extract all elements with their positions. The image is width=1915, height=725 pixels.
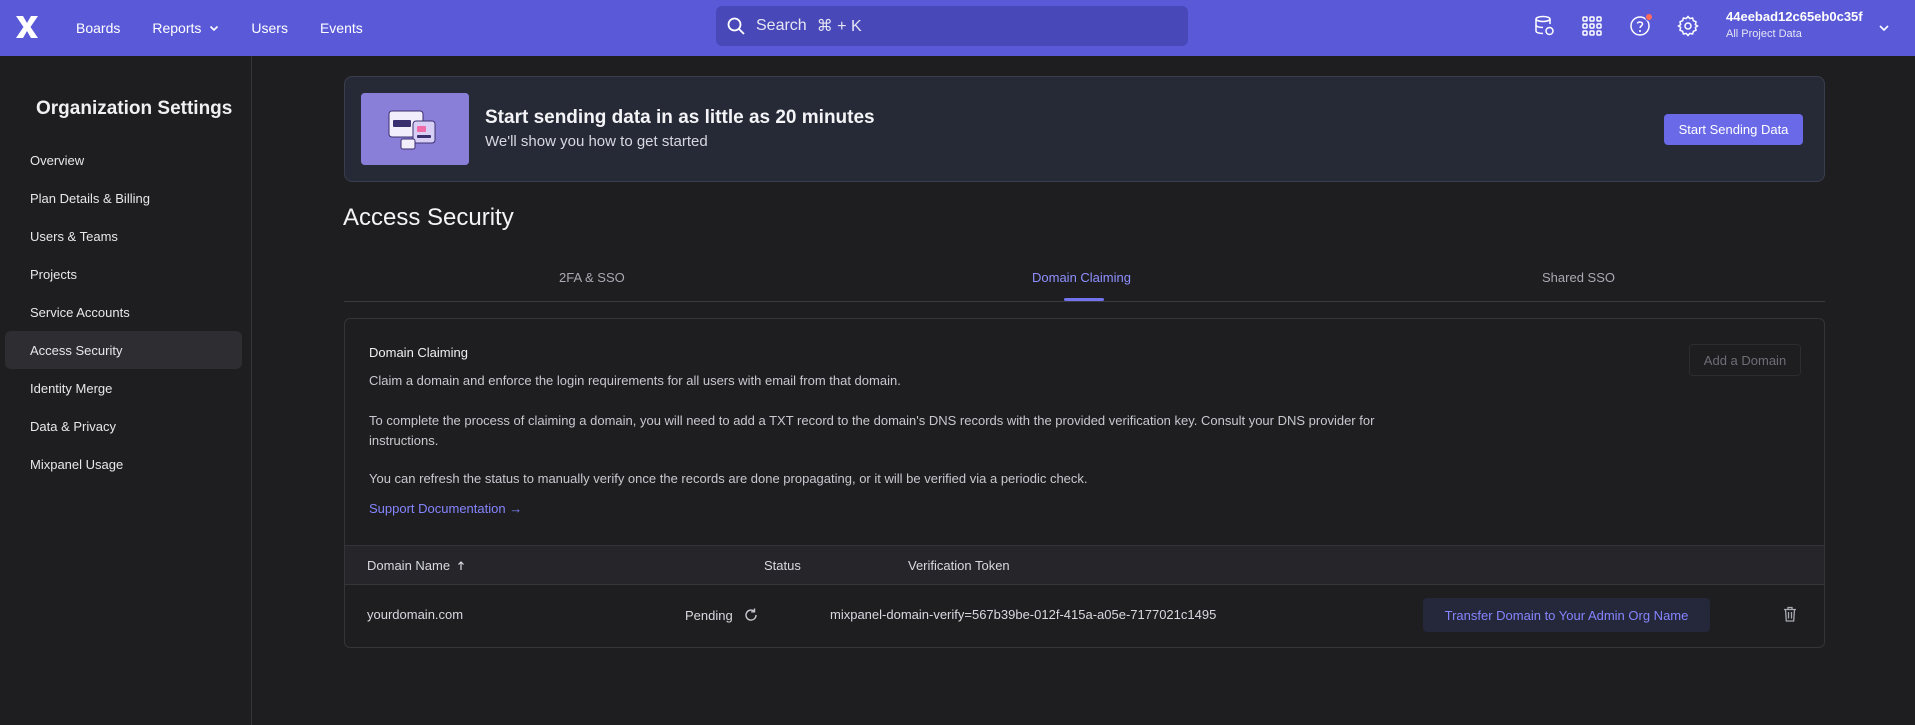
banner-illustration: [361, 93, 469, 165]
description-paragraph-3: You can refresh the status to manually v…: [369, 471, 1088, 486]
access-security-tabs: 2FA & SSO Domain Claiming Shared SSO: [344, 258, 1825, 302]
trash-icon[interactable]: [1781, 605, 1799, 623]
banner-subtitle: We'll show you how to get started: [485, 133, 708, 150]
sidebar-title: Organization Settings: [36, 98, 233, 119]
top-icon-group: [1532, 13, 1700, 38]
transfer-domain-button[interactable]: Transfer Domain to Your Admin Org Name: [1423, 598, 1710, 632]
top-navigation-bar: Boards Reports Users Events Search ⌘ + K: [0, 0, 1915, 56]
data-icon[interactable]: [1532, 14, 1556, 38]
sidebar-item-service-accounts[interactable]: Service Accounts: [5, 293, 242, 331]
sidebar-nav: Overview Plan Details & Billing Users & …: [5, 141, 242, 483]
sidebar-item-plan-billing[interactable]: Plan Details & Billing: [5, 179, 242, 217]
table-row: yourdomain.com Pending mixpanel-domain-v…: [345, 585, 1824, 647]
sidebar-item-mixpanel-usage[interactable]: Mixpanel Usage: [5, 445, 242, 483]
status-label: Pending: [685, 607, 733, 623]
tab-domain-claiming[interactable]: Domain Claiming: [1032, 270, 1131, 285]
search-icon: [727, 17, 745, 35]
project-id: 44eebad12c65eb0c35f: [1726, 9, 1863, 24]
refresh-icon[interactable]: [743, 607, 759, 623]
sort-icon: [458, 560, 465, 570]
table-header: Domain Name Status Verification Token: [345, 545, 1824, 585]
column-header-domain[interactable]: Domain Name: [367, 558, 466, 573]
chevron-down-icon[interactable]: [1878, 22, 1890, 34]
nav-reports-label: Reports: [152, 20, 202, 36]
project-selector[interactable]: 44eebad12c65eb0c35f All Project Data: [1726, 9, 1863, 40]
domain-name-cell: yourdomain.com: [367, 607, 464, 622]
sidebar-item-identity-merge[interactable]: Identity Merge: [5, 369, 242, 407]
nav-events[interactable]: Events: [320, 20, 363, 36]
column-header-token: Verification Token: [908, 558, 1010, 573]
tab-2fa-sso[interactable]: 2FA & SSO: [559, 270, 625, 285]
notification-dot: [1645, 13, 1653, 21]
mixpanel-logo-icon[interactable]: [14, 14, 40, 40]
start-sending-data-button[interactable]: Start Sending Data: [1664, 114, 1803, 145]
sidebar-item-data-privacy[interactable]: Data & Privacy: [5, 407, 242, 445]
project-data-scope: All Project Data: [1726, 28, 1802, 40]
main-nav: Boards Reports Users Events: [76, 0, 363, 56]
description-paragraph-1: Claim a domain and enforce the login req…: [369, 373, 901, 388]
add-domain-button[interactable]: Add a Domain: [1689, 344, 1801, 376]
onboarding-banner: Start sending data in as little as 20 mi…: [344, 76, 1825, 182]
sidebar-item-users-teams[interactable]: Users & Teams: [5, 217, 242, 255]
sidebar-item-projects[interactable]: Projects: [5, 255, 242, 293]
column-header-domain-label: Domain Name: [367, 558, 451, 573]
tab-shared-sso[interactable]: Shared SSO: [1542, 270, 1615, 285]
domain-claiming-panel: Domain Claiming Add a Domain Claim a dom…: [344, 318, 1825, 648]
search-placeholder: Search: [756, 17, 807, 34]
page-title: Access Security: [343, 204, 514, 231]
settings-sidebar: Organization Settings Overview Plan Deta…: [0, 56, 252, 725]
nav-boards[interactable]: Boards: [76, 20, 120, 36]
search-shortcut: ⌘ + K: [816, 18, 862, 35]
search-bar[interactable]: Search ⌘ + K: [716, 6, 1188, 46]
help-button[interactable]: [1628, 13, 1653, 38]
banner-title: Start sending data in as little as 20 mi…: [485, 107, 875, 128]
column-header-status: Status: [764, 558, 801, 573]
nav-reports[interactable]: Reports: [152, 20, 219, 36]
chevron-down-icon: [210, 25, 219, 32]
status-cell: Pending: [685, 607, 759, 623]
apps-grid-icon[interactable]: [1580, 14, 1604, 38]
support-documentation-link[interactable]: Support Documentation →: [369, 501, 522, 516]
sidebar-item-overview[interactable]: Overview: [5, 141, 242, 179]
section-title: Domain Claiming: [369, 345, 468, 360]
nav-users[interactable]: Users: [251, 20, 288, 36]
sidebar-item-access-security[interactable]: Access Security: [5, 331, 242, 369]
active-tab-indicator: [1064, 298, 1104, 301]
description-paragraph-2: To complete the process of claiming a do…: [369, 413, 1375, 448]
verification-token-cell: mixpanel-domain-verify=567b39be-012f-415…: [830, 607, 1217, 622]
gear-icon[interactable]: [1676, 14, 1700, 38]
